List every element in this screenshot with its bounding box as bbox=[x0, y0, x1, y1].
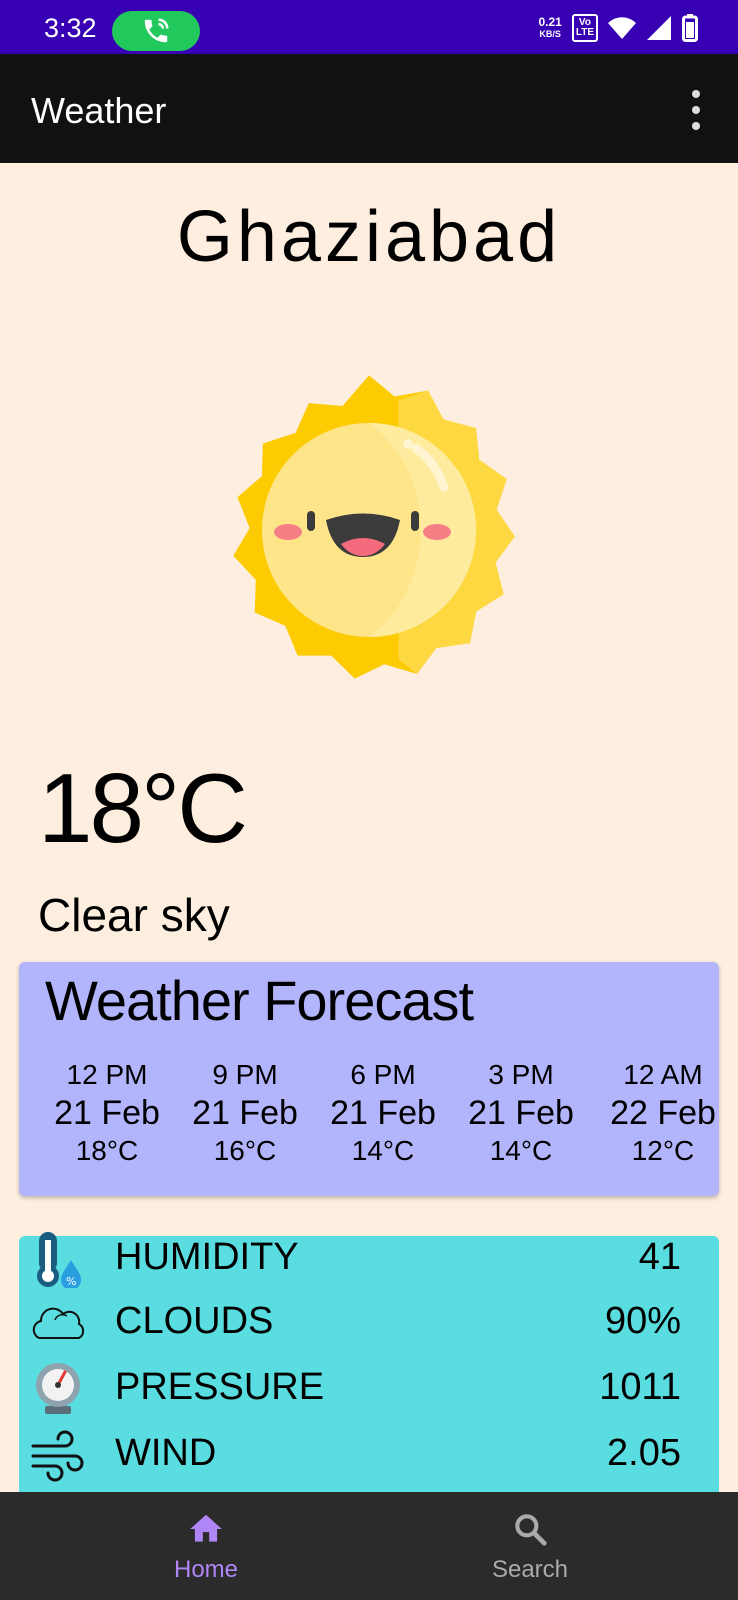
app-bar: Weather bbox=[0, 54, 738, 163]
forecast-temp: 18°C bbox=[75, 1135, 139, 1166]
stat-value: 90% bbox=[604, 1300, 681, 1342]
forecast-item: 12 PM 21 Feb 18°C bbox=[37, 1058, 177, 1168]
stat-value: 41 bbox=[638, 1236, 681, 1278]
phone-call-icon bbox=[144, 18, 169, 43]
status-icons: 0.21 KB/S Vo LTE bbox=[538, 10, 698, 46]
stat-row-pressure: PRESSURE 1011 bbox=[19, 1358, 719, 1420]
svg-text:%: % bbox=[66, 1275, 76, 1288]
menu-dot bbox=[692, 106, 700, 114]
forecast-item: 12 AM 22 Feb 12°C bbox=[593, 1058, 733, 1168]
stat-row-humidity: % HUMIDITY 41 bbox=[19, 1228, 719, 1290]
app-title: Weather bbox=[31, 90, 167, 131]
pressure-gauge-icon bbox=[36, 1363, 80, 1414]
menu-dot bbox=[692, 122, 700, 130]
forecast-date: 22 Feb bbox=[610, 1094, 716, 1132]
forecast-time: 12 PM bbox=[66, 1059, 148, 1090]
nav-item-home[interactable]: Home bbox=[106, 1492, 306, 1600]
signal-icon bbox=[647, 16, 671, 40]
ongoing-call-indicator[interactable] bbox=[112, 11, 200, 51]
stat-label: HUMIDITY bbox=[115, 1236, 299, 1278]
status-bar: 3:32 0.21 KB/S Vo LTE bbox=[0, 0, 738, 54]
forecast-date: 21 Feb bbox=[54, 1094, 160, 1132]
forecast-temp: 14°C bbox=[489, 1135, 553, 1166]
volte-icon: Vo LTE bbox=[571, 14, 598, 42]
search-icon bbox=[515, 1514, 547, 1546]
network-speed: 0.21 KB/S bbox=[538, 16, 561, 40]
forecast-temp: 12°C bbox=[631, 1135, 695, 1166]
forecast-date: 21 Feb bbox=[468, 1094, 574, 1132]
home-icon bbox=[190, 1514, 222, 1542]
battery-icon bbox=[682, 14, 698, 42]
status-time: 3:32 bbox=[44, 13, 97, 43]
cloud-icon bbox=[32, 1307, 85, 1339]
menu-dot bbox=[692, 90, 700, 98]
forecast-title: Weather Forecast bbox=[45, 969, 474, 1032]
forecast-list[interactable]: 12 PM 21 Feb 18°C 9 PM 21 Feb 16°C 6 PM … bbox=[19, 1058, 719, 1188]
stat-row-wind: WIND 2.05 bbox=[19, 1424, 719, 1486]
weather-condition: Clear sky bbox=[38, 889, 230, 941]
nav-label-home: Home bbox=[173, 1556, 239, 1583]
stat-value: 1011 bbox=[599, 1366, 681, 1408]
network-speed-value: 0.21 bbox=[538, 15, 562, 29]
weather-illustration bbox=[208, 372, 530, 682]
humidity-thermometer-icon: % bbox=[37, 1232, 81, 1288]
forecast-time: 9 PM bbox=[212, 1059, 278, 1090]
weather-details-card: % HUMIDITY 41 CLOUDS 90% PRESSURE 1011 W… bbox=[19, 1232, 719, 1506]
current-temperature: 18°C bbox=[38, 753, 248, 863]
wifi-icon bbox=[608, 17, 636, 39]
stat-row-clouds: CLOUDS 90% bbox=[19, 1292, 719, 1354]
bottom-navigation: Home Search bbox=[0, 1492, 738, 1600]
forecast-temp: 16°C bbox=[213, 1135, 277, 1166]
forecast-item: 9 PM 21 Feb 16°C bbox=[175, 1058, 315, 1168]
forecast-date: 21 Feb bbox=[192, 1094, 298, 1132]
stat-value: 2.05 bbox=[607, 1432, 681, 1474]
volte-bottom: LTE bbox=[575, 27, 594, 38]
nav-item-search[interactable]: Search bbox=[430, 1492, 630, 1600]
more-vertical-icon[interactable] bbox=[678, 90, 714, 130]
forecast-date: 21 Feb bbox=[330, 1094, 436, 1132]
forecast-time: 12 AM bbox=[623, 1059, 703, 1090]
forecast-temp: 14°C bbox=[351, 1135, 415, 1166]
forecast-card: Weather Forecast 12 PM 21 Feb 18°C 9 PM … bbox=[19, 962, 719, 1196]
city-name: Ghaziabad bbox=[176, 197, 562, 277]
forecast-item: 6 PM 21 Feb 14°C bbox=[313, 1058, 453, 1168]
nav-label-search: Search bbox=[491, 1556, 569, 1583]
forecast-time: 3 PM bbox=[488, 1059, 554, 1090]
wind-icon bbox=[31, 1430, 84, 1482]
forecast-item: 3 PM 21 Feb 14°C bbox=[451, 1058, 591, 1168]
forecast-time: 6 PM bbox=[350, 1059, 416, 1090]
network-speed-unit: KB/S bbox=[539, 29, 561, 39]
stat-label: PRESSURE bbox=[115, 1366, 325, 1408]
stat-label: CLOUDS bbox=[115, 1300, 274, 1342]
smiling-sun-icon bbox=[233, 375, 515, 679]
stat-label: WIND bbox=[115, 1432, 217, 1474]
